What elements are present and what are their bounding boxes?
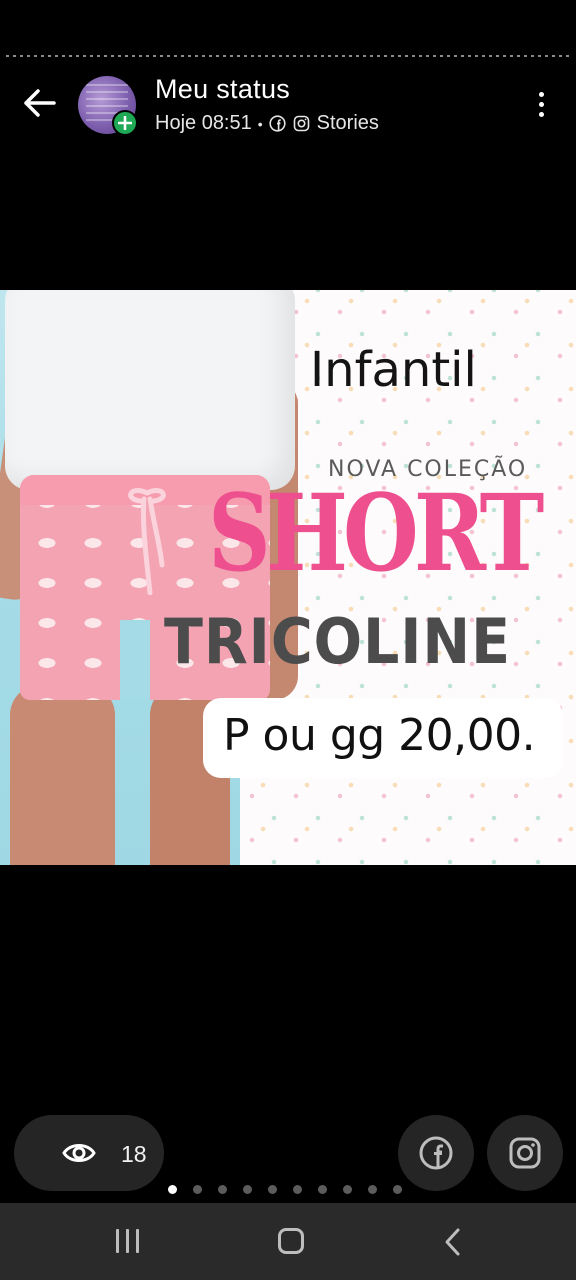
status-time: Hoje 08:51 [155,112,252,134]
facebook-icon [419,1136,453,1170]
nav-back-button[interactable] [442,1227,462,1262]
add-status-button[interactable] [112,110,138,136]
price-text: P ou gg 20,00. [223,710,536,761]
pager-dot [268,1185,277,1194]
pager-dot [393,1185,402,1194]
pager-dot [243,1185,252,1194]
recents-button[interactable] [116,1229,139,1253]
instagram-small-icon [293,115,311,133]
status-progress-bar [6,55,570,57]
status-subtitle: Hoje 08:51 • Stories [155,112,379,135]
separator-dot: • [257,115,263,132]
pager-dot [193,1185,202,1194]
share-facebook-button[interactable] [398,1115,474,1191]
status-header: Meu status Hoje 08:51 • Stories [0,64,576,144]
system-navigation-bar [0,1203,576,1280]
arrow-left-icon [24,89,56,117]
white-t-shirt [5,290,295,490]
recents-icon [116,1229,119,1253]
headline-infantil: Infantil [310,342,477,398]
pager-dot [168,1185,177,1194]
instagram-icon [509,1137,541,1169]
home-button[interactable] [278,1228,304,1254]
child-leg-left [10,685,115,865]
status-title: Meu status [155,74,291,104]
facebook-small-icon [269,115,287,133]
chevron-left-icon [445,1228,460,1256]
views-count: 18 [121,1141,147,1167]
status-image[interactable]: Infantil NOVA COLEÇÃO SHORT TRICOLINE P … [0,290,576,865]
headline-tricoline: TRICOLINE [164,605,511,678]
status-pager [168,1185,402,1194]
pager-dot [293,1185,302,1194]
pager-dot [343,1185,352,1194]
pager-dot [218,1185,227,1194]
shorts-leg-gap [120,620,150,700]
pager-dot [318,1185,327,1194]
back-button[interactable] [18,82,60,124]
drawstring-bow [128,488,166,595]
share-instagram-button[interactable] [487,1115,563,1191]
more-options-button[interactable] [526,84,556,124]
pager-dot [368,1185,377,1194]
plus-icon [118,116,132,130]
views-button[interactable]: 18 [14,1115,164,1191]
headline-short: SHORT [208,470,544,595]
eye-icon [62,1144,96,1162]
share-label: Stories [316,112,379,134]
more-vertical-icon [538,91,544,97]
